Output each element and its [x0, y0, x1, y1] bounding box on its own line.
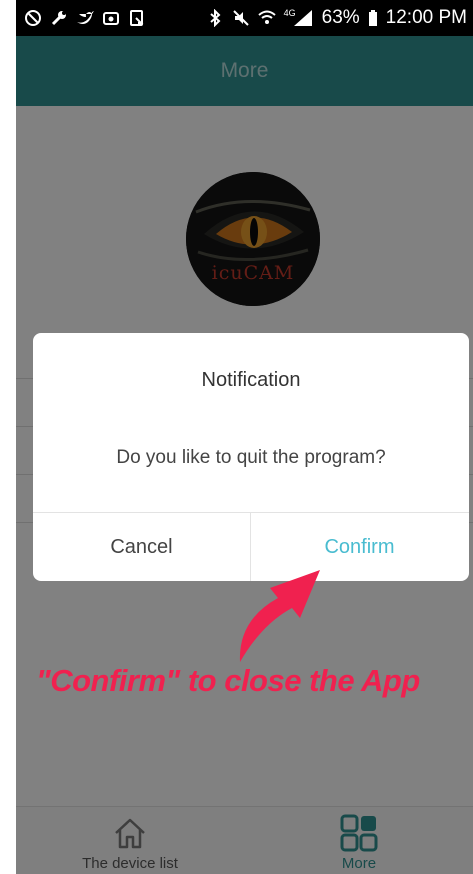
battery-icon: [368, 9, 378, 27]
battery-percent: 63%: [321, 7, 360, 28]
dialog-title: Notification: [201, 369, 301, 391]
status-bar: 4G 63% 12:00 PM: [16, 0, 473, 36]
annotation-caption: "Confirm" to close the App: [36, 663, 420, 698]
quit-confirmation-dialog: Notification Do you like to quit the pro…: [33, 333, 469, 581]
network-type-badge: 4G: [283, 8, 296, 18]
screenshot-icon: [128, 9, 146, 27]
mute-icon: [232, 9, 250, 27]
twitter-icon: [76, 9, 94, 27]
wrench-icon: [50, 9, 68, 27]
dialog-message: Do you like to quit the program?: [116, 447, 386, 468]
blocked-icon: [24, 9, 42, 27]
status-right-icons: 4G 63% 12:00 PM: [206, 7, 467, 29]
wifi-icon: [257, 9, 276, 27]
signal-icon: 4G: [283, 8, 314, 27]
bluetooth-icon: [206, 9, 224, 27]
status-left-icons: [24, 9, 146, 27]
gallery-icon: [102, 9, 120, 27]
phone-screen: 4G 63% 12:00 PM More icuCAM The device l…: [16, 0, 473, 874]
annotation-arrow-icon: [239, 570, 320, 662]
clock: 12:00 PM: [385, 7, 467, 28]
